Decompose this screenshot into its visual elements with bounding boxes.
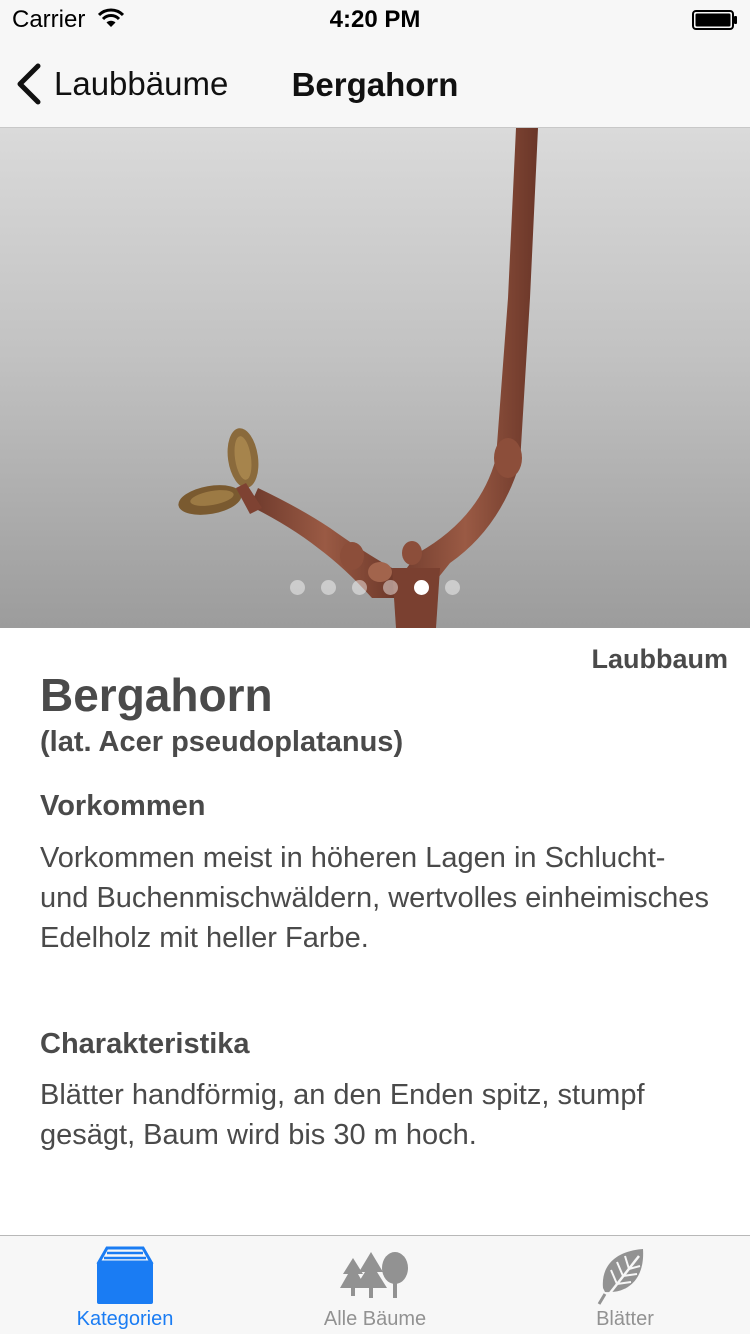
- categories-box-icon: [0, 1246, 250, 1308]
- section-text-vorkommen: Vorkommen meist in höheren Lagen in Schl…: [40, 842, 709, 954]
- clock: 4:20 PM: [329, 6, 421, 33]
- page-dot[interactable]: [290, 580, 305, 595]
- latin-name: (lat. Acer pseudoplatanus): [40, 726, 404, 758]
- tab-label: Blätter: [596, 1308, 654, 1330]
- page-dot[interactable]: [445, 580, 460, 595]
- tab-label: Alle Bäume: [323, 1308, 427, 1330]
- section-text-charakteristika: Blätter handförmig, an den Enden spitz, …: [40, 1079, 645, 1151]
- page-indicator[interactable]: [0, 580, 750, 595]
- tab-label: Kategorien: [76, 1308, 174, 1330]
- tab-kategorien[interactable]: Kategorien: [0, 1236, 250, 1335]
- category-label: Laubbaum: [591, 644, 728, 674]
- section-title-vorkommen: Vorkommen: [40, 790, 206, 822]
- page-dot-active[interactable]: [414, 580, 429, 595]
- page-title: Bergahorn: [291, 66, 459, 103]
- page-dot[interactable]: [321, 580, 336, 595]
- photo-gallery[interactable]: [0, 128, 750, 628]
- leaf-icon: [500, 1246, 750, 1308]
- species-name: Bergahorn: [40, 669, 273, 721]
- trees-icon: [250, 1246, 500, 1308]
- page-dot[interactable]: [383, 580, 398, 595]
- branch-photo: [178, 128, 538, 628]
- status-bar: Carrier 4:20 PM: [0, 0, 750, 40]
- tab-blaetter[interactable]: Blätter: [500, 1236, 750, 1335]
- battery-icon: [692, 10, 738, 30]
- section-title-charakteristika: Charakteristika: [40, 1028, 250, 1060]
- tab-alle-baeume[interactable]: Alle Bäume: [250, 1236, 500, 1335]
- tab-bar: Kategorien Alle Bäume Blätter: [0, 1235, 750, 1334]
- page-dot[interactable]: [352, 580, 367, 595]
- navigation-bar: Laubbäume Bergahorn: [0, 40, 750, 128]
